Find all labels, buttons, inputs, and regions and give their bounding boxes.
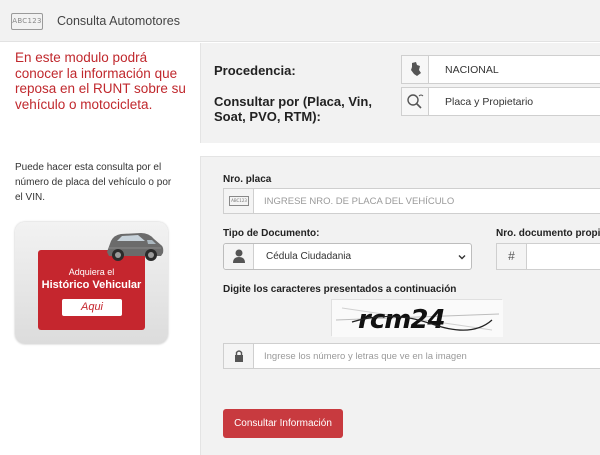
chevron-down-icon [458,255,466,260]
car-icon [107,233,164,261]
consulta-form: Nro. placa ABC123 INGRESE NRO. DE PLACA … [200,156,600,455]
captcha-image: rcm24 [331,299,503,337]
lock-icon [224,344,254,368]
search-icon [402,88,429,115]
captcha-placeholder: Ingrese los número y letras que ve en la… [264,351,467,362]
page-title: Consulta Automotores [57,14,180,28]
tipo-documento-value: Cédula Ciudadania [266,251,352,262]
promo-line2: Histórico Vehicular [41,279,142,291]
captcha-label: Digite los caracteres presentados a cont… [223,284,457,295]
placa-input[interactable]: ABC123 INGRESE NRO. DE PLACA DEL VEHÍCUL… [223,188,600,214]
placa-placeholder: INGRESE NRO. DE PLACA DEL VEHÍCULO [264,196,455,207]
nro-documento-input[interactable]: # [496,243,600,270]
nro-documento-label: Nro. documento propi [496,228,600,239]
tipo-documento-label: Tipo de Documento: [223,228,320,239]
page-header: ABC123 Consulta Automotores [0,0,600,42]
captcha-input[interactable]: Ingrese los número y letras que ve en la… [223,343,600,369]
tipo-documento-select[interactable]: Cédula Ciudadania [223,243,472,270]
placa-label: Nro. placa [223,174,272,185]
license-plate-icon: ABC123 [11,13,43,30]
procedencia-value: NACIONAL [445,64,499,76]
promo-line1: Adquiera el [68,267,115,277]
consultar-por-value: Placa y Propietario [445,96,534,108]
query-panel: Procedencia: Consultar por (Placa, Vin, … [200,43,600,143]
user-icon [224,244,254,269]
helper-text: Puede hacer esta consulta por el número … [15,162,172,203]
consultar-informacion-button[interactable]: Consultar Información [223,409,343,438]
intro-text: En este modulo podrá conocer la informac… [15,50,186,112]
svg-text:rcm24: rcm24 [358,305,445,335]
hash-icon: # [497,244,527,269]
consultar-por-label: Consultar por (Placa, Vin, Soat, PVO, RT… [214,94,372,124]
procedencia-label: Procedencia: [214,63,296,78]
colombia-map-icon [402,56,429,83]
license-plate-icon: ABC123 [224,189,254,213]
historico-vehicular-promo[interactable]: Adquiera el Histórico Vehicular Aqui [15,222,168,344]
promo-aqui-button[interactable]: Aqui [62,299,122,316]
consultar-por-select[interactable]: Placa y Propietario [401,87,600,116]
procedencia-select[interactable]: NACIONAL [401,55,600,84]
